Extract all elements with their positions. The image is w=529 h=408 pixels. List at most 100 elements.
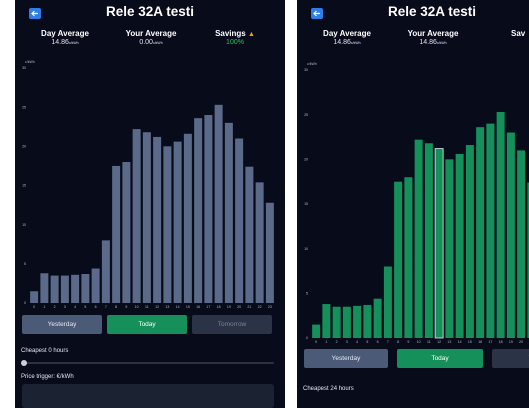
x-tick-label: 3 [64,305,66,309]
day-average-label: Day Average [41,29,89,38]
savings-stat: Savings ▲ 100% [195,29,275,46]
y-tick-label: 10 [22,223,26,227]
bar-hour-8[interactable] [112,165,121,303]
bar-hour-4[interactable] [353,305,362,338]
bar-hour-16[interactable] [476,127,485,338]
cheapest-hours-label: Cheapest 24 hours [303,386,354,392]
y-tick-label: 25 [22,105,26,109]
bar-hour-16[interactable] [194,118,203,303]
price-trigger-label: Price trigger: €/kWh [21,374,74,380]
x-tick-label: 6 [95,305,97,309]
bar-hour-19[interactable] [224,122,233,303]
bar-hour-10[interactable] [132,129,141,303]
bar-hour-1[interactable] [40,273,49,303]
x-tick-label: 21 [247,305,251,309]
bar-hour-11[interactable] [424,143,433,338]
bar-hour-3[interactable] [60,275,69,303]
y-tick-label: 20 [22,145,26,149]
x-tick-label: 15 [186,305,190,309]
x-tick-label: 19 [509,340,513,344]
right-phone-panel: Rele 32A testi Day Average 14.86c/kWh Yo… [297,0,529,408]
bar-hour-7[interactable] [101,240,110,303]
y-tick-label: 0 [24,301,26,305]
bar-hour-10[interactable] [414,139,423,338]
savings-value: 100% [226,39,244,46]
bar-hour-6[interactable] [91,268,100,303]
tab-today[interactable]: Today [397,349,483,368]
bar-hour-5[interactable] [363,304,372,338]
day-average-value: 14.86c/kWh [51,39,79,46]
tab-today[interactable]: Today [107,315,187,334]
x-tick-label: 9 [407,340,409,344]
bar-hour-12[interactable] [434,148,444,339]
your-average-label: Your Average [407,29,459,38]
your-average-stat: Your Average 0.00c/kWh [111,29,191,46]
y-tick-label: 15 [304,202,308,206]
bar-hour-23[interactable] [265,202,274,303]
bar-hour-15[interactable] [183,133,192,303]
x-tick-label: 6 [377,340,379,344]
bar-hour-0[interactable] [30,291,39,303]
bar-hour-20[interactable] [235,138,244,304]
bar-hour-13[interactable] [163,146,172,303]
left-phone-panel: Rele 32A testi Day Average 14.86c/kWh Yo… [15,0,285,408]
x-tick-label: 5 [366,340,368,344]
bar-hour-1[interactable] [322,304,331,338]
bar-hour-2[interactable] [50,275,59,303]
bar-hour-7[interactable] [383,266,392,338]
x-tick-label: 8 [115,305,117,309]
bar-hour-15[interactable] [465,145,474,338]
x-tick-label: 17 [206,305,210,309]
x-tick-label: 15 [468,340,472,344]
your-average-stat: Your Average 14.86c/kWh [393,29,473,46]
tab-yesterday[interactable]: Yesterday [22,315,102,334]
bar-hour-20[interactable] [517,150,526,338]
bar-hour-5[interactable] [81,274,90,303]
bar-hour-0[interactable] [312,324,321,338]
tab-yesterday[interactable]: Yesterday [304,349,388,368]
bar-hour-19[interactable] [506,132,515,338]
x-tick-label: 1 [43,305,45,309]
bar-hour-18[interactable] [496,111,505,338]
bar-hour-11[interactable] [142,132,151,303]
bar-hour-17[interactable] [204,115,213,303]
x-tick-label: 18 [499,340,503,344]
day-average-label: Day Average [323,29,371,38]
y-axis-unit-label: c/kWh [25,60,35,64]
bar-hour-8[interactable] [394,181,403,338]
y-tick-label: 5 [306,292,308,296]
bar-hour-13[interactable] [445,159,454,338]
bar-hour-18[interactable] [214,104,223,303]
x-tick-label: 23 [268,305,272,309]
tab-tomorrow[interactable]: To [492,349,529,368]
day-average-stat: Day Average 14.86c/kWh [307,29,387,46]
x-tick-label: 10 [135,305,139,309]
bar-hour-6[interactable] [373,298,382,338]
x-tick-label: 22 [258,305,262,309]
bar-hour-14[interactable] [173,141,182,303]
cheapest-hours-slider-track[interactable] [22,362,274,364]
day-average-stat: Day Average 14.86c/kWh [25,29,105,46]
x-tick-label: 19 [227,305,231,309]
bar-hour-12[interactable] [153,136,162,303]
bar-hour-14[interactable] [455,153,464,338]
bar-hour-2[interactable] [332,306,341,338]
x-tick-label: 7 [105,305,107,309]
bar-hour-9[interactable] [122,162,131,303]
tab-tomorrow[interactable]: Tomorrow [192,315,272,334]
bar-hour-4[interactable] [71,274,80,303]
savings-stat: Sav [477,29,529,38]
bar-hour-17[interactable] [486,123,495,338]
cheapest-hours-slider-thumb[interactable] [21,360,27,366]
page-title: Rele 32A testi [387,4,477,19]
bar-hour-21[interactable] [245,166,254,303]
cheapest-hours-label: Cheapest 0 hours [21,348,69,354]
price-trigger-input[interactable] [22,384,274,408]
bar-hour-3[interactable] [342,306,351,338]
x-tick-label: 2 [336,340,338,344]
y-axis-unit-label: c/kWh [307,62,317,66]
bar-hour-9[interactable] [404,177,413,338]
y-tick-label: 15 [22,184,26,188]
x-tick-label: 13 [447,340,451,344]
bar-hour-22[interactable] [255,182,264,303]
